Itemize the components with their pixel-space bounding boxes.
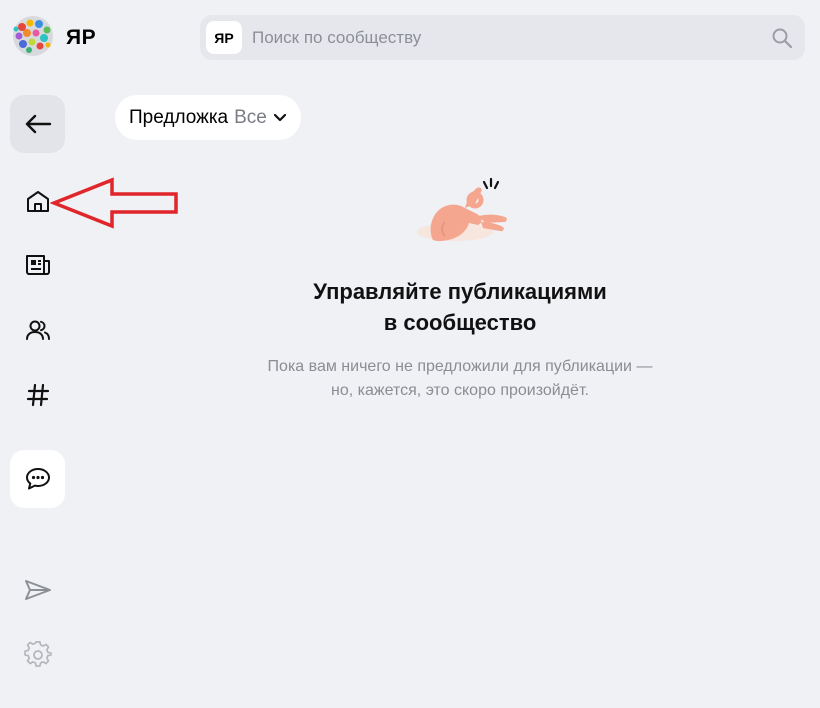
empty-state-text-line2: но, кажется, это скоро произойдёт. [331, 382, 589, 399]
community-logo-icon[interactable] [10, 15, 56, 57]
search-scope-badge: ЯР [206, 21, 242, 54]
sidebar-item-feed[interactable] [22, 249, 54, 281]
newspaper-icon [26, 255, 50, 275]
users-icon [26, 320, 50, 340]
send-icon [25, 580, 51, 600]
hashtag-icon [26, 383, 50, 407]
empty-state-description: Пока вам ничего не предложили для публик… [230, 355, 690, 403]
sidebar-item-tags[interactable] [22, 379, 54, 411]
empty-state-text-line1: Пока вам ничего не предложили для публик… [267, 358, 653, 375]
ok-hand-illustration-icon [417, 177, 507, 242]
search-input[interactable] [252, 15, 752, 60]
chevron-down-icon [273, 113, 286, 121]
empty-state-title: Управляйте публикациями в сообщество [230, 276, 690, 338]
back-arrow-icon [25, 114, 51, 134]
community-name[interactable]: ЯР [66, 26, 96, 50]
chat-icon [25, 468, 50, 490]
home-icon [27, 191, 49, 212]
empty-state: Управляйте публикациями в сообщество Пок… [230, 170, 690, 403]
gear-icon [24, 641, 52, 667]
filter-selected-value: Все [234, 106, 267, 128]
sidebar-item-settings[interactable] [22, 639, 54, 671]
header: ЯР ЯР [0, 0, 820, 76]
sidebar-item-suggestions[interactable] [10, 450, 65, 508]
empty-state-title-line1: Управляйте публикациями [313, 279, 607, 304]
annotation-arrow-icon [50, 177, 178, 229]
sidebar [0, 76, 76, 708]
suggestions-filter-dropdown[interactable]: Предложка Все [115, 95, 301, 140]
search-icon[interactable] [771, 27, 793, 49]
sidebar-item-members[interactable] [22, 314, 54, 346]
back-button[interactable] [10, 95, 65, 153]
search-bar[interactable]: ЯР [200, 15, 805, 60]
sidebar-item-send[interactable] [22, 574, 54, 606]
empty-state-title-line2: в сообщество [383, 310, 537, 335]
filter-label: Предложка [129, 106, 229, 128]
